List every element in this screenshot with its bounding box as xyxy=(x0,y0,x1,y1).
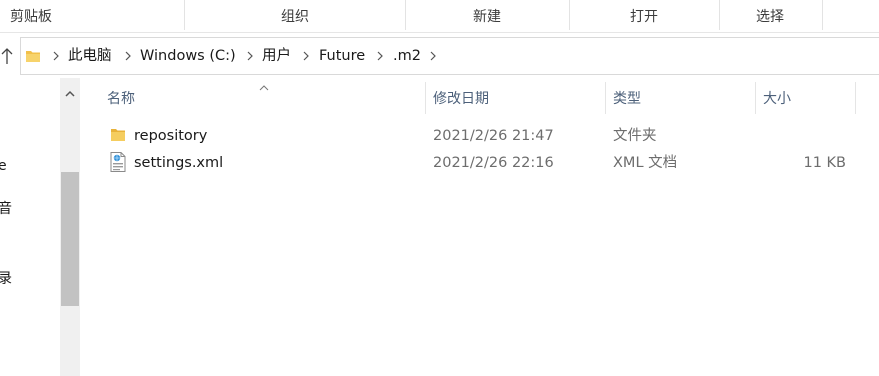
column-divider[interactable] xyxy=(755,82,756,114)
chevron-right-icon[interactable] xyxy=(51,38,61,74)
file-size xyxy=(766,123,846,149)
ribbon-group-new[interactable]: 新建 xyxy=(406,0,568,32)
file-list: 名称 修改日期 类型 大小 repository 2021/2/26 21:47… xyxy=(80,78,879,376)
ribbon-group-organize[interactable]: 组织 xyxy=(186,0,404,32)
file-name[interactable]: settings.xml xyxy=(134,150,223,176)
scrollbar-thumb[interactable] xyxy=(61,172,79,306)
ribbon-divider xyxy=(184,0,185,30)
file-type: 文件夹 xyxy=(613,128,657,144)
xml-file-icon xyxy=(110,152,126,176)
up-arrow-icon[interactable] xyxy=(0,45,14,67)
nav-item-label[interactable]: 音 xyxy=(0,198,12,218)
ribbon-group-open[interactable]: 打开 xyxy=(570,0,718,32)
column-header-name[interactable]: 名称 xyxy=(107,78,135,118)
breadcrumb-users[interactable]: 用户 xyxy=(262,38,291,74)
navigation-pane: e 音 录 xyxy=(0,78,60,376)
column-header-modified[interactable]: 修改日期 xyxy=(433,78,489,118)
folder-icon xyxy=(110,127,126,147)
chevron-right-icon[interactable] xyxy=(123,38,133,74)
breadcrumb-m2[interactable]: .m2 xyxy=(393,38,421,74)
file-size: 11 KB xyxy=(803,155,846,171)
nav-item-label[interactable]: 录 xyxy=(0,268,12,288)
address-row: 此电脑 Windows (C:) 用户 Future .m2 xyxy=(0,33,879,77)
file-row[interactable]: repository 2021/2/26 21:47 文件夹 xyxy=(80,123,879,149)
file-type: XML 文档 xyxy=(613,155,678,171)
chevron-right-icon[interactable] xyxy=(301,38,311,74)
chevron-right-icon[interactable] xyxy=(245,38,255,74)
folder-icon xyxy=(25,48,41,68)
ribbon-divider xyxy=(822,0,823,30)
column-header-type[interactable]: 类型 xyxy=(613,78,641,118)
sort-ascending-icon xyxy=(258,80,270,96)
file-modified: 2021/2/26 21:47 xyxy=(433,128,554,144)
file-row[interactable]: settings.xml 2021/2/26 22:16 XML 文档 11 K… xyxy=(80,150,879,176)
file-name[interactable]: repository xyxy=(134,123,207,149)
ribbon-group-select[interactable]: 选择 xyxy=(720,0,820,32)
column-divider[interactable] xyxy=(605,82,606,114)
nav-scrollbar[interactable] xyxy=(60,78,80,376)
chevron-right-icon[interactable] xyxy=(428,38,438,74)
address-bar[interactable]: 此电脑 Windows (C:) 用户 Future .m2 xyxy=(20,37,879,75)
nav-item-label[interactable]: e xyxy=(0,158,7,174)
file-modified: 2021/2/26 22:16 xyxy=(433,155,554,171)
column-divider[interactable] xyxy=(855,82,856,114)
column-header-size[interactable]: 大小 xyxy=(763,78,791,118)
breadcrumb-this-pc[interactable]: 此电脑 xyxy=(68,38,112,74)
chevron-right-icon[interactable] xyxy=(375,38,385,74)
ribbon-group-clipboard[interactable]: 剪贴板 xyxy=(0,0,62,32)
scroll-up-icon[interactable] xyxy=(65,86,75,102)
breadcrumb-drive-c[interactable]: Windows (C:) xyxy=(140,38,236,74)
ribbon-group-labels: 剪贴板 组织 新建 打开 选择 xyxy=(0,0,879,32)
column-divider[interactable] xyxy=(425,82,426,114)
breadcrumb-future[interactable]: Future xyxy=(319,38,365,74)
